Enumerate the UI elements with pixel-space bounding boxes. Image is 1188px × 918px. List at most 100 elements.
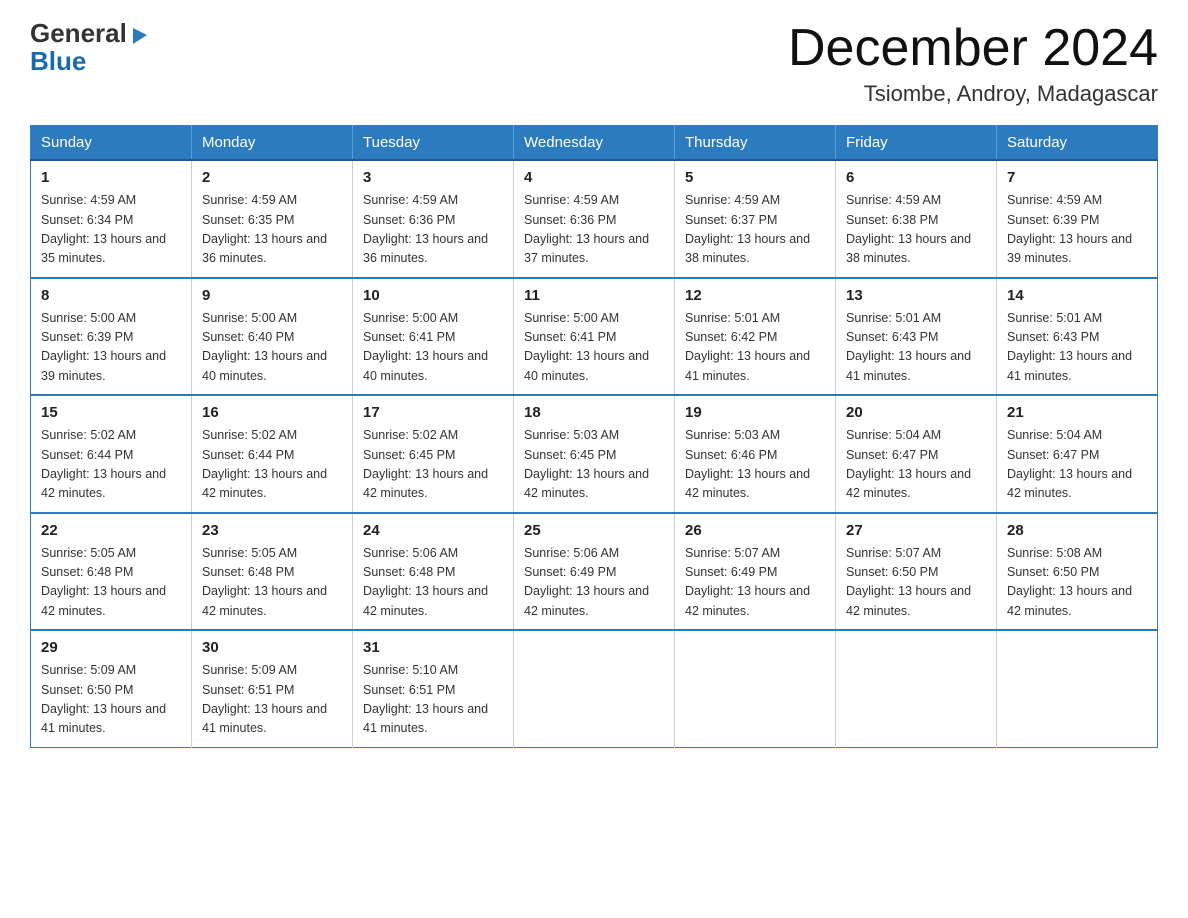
day-info-28: Sunrise: 5:08 AMSunset: 6:50 PMDaylight:… — [1007, 544, 1147, 622]
header-monday: Monday — [192, 126, 353, 161]
empty-cell — [675, 630, 836, 747]
header-tuesday: Tuesday — [353, 126, 514, 161]
day-cell-1: 1 Sunrise: 4:59 AMSunset: 6:34 PMDaylight… — [31, 160, 192, 278]
day-number-11: 11 — [524, 287, 664, 304]
header-saturday: Saturday — [997, 126, 1158, 161]
header-friday: Friday — [836, 126, 997, 161]
weekday-header-row: Sunday Monday Tuesday Wednesday Thursday… — [31, 126, 1158, 161]
day-cell-30: 30Sunrise: 5:09 AMSunset: 6:51 PMDayligh… — [192, 630, 353, 747]
day-cell-10: 10 Sunrise: 5:00 AMSunset: 6:41 PMDayligh… — [353, 278, 514, 396]
day-cell-5: 5Sunrise: 4:59 AMSunset: 6:37 PMDaylight… — [675, 160, 836, 278]
day-cell-25: 25 Sunrise: 5:06 AMSunset: 6:49 PMDayligh… — [514, 513, 675, 631]
day-number-16: 16 — [202, 404, 342, 421]
week-row-5: 29Sunrise: 5:09 AMSunset: 6:50 PMDayligh… — [31, 630, 1158, 747]
day-info-19: Sunrise: 5:03 AMSunset: 6:46 PMDaylight:… — [685, 426, 825, 504]
day-number-7: 7 — [1007, 169, 1147, 186]
day-cell-27: 27 Sunrise: 5:07 AMSunset: 6:50 PMDayligh… — [836, 513, 997, 631]
day-info-8: Sunrise: 5:00 AMSunset: 6:39 PMDaylight:… — [41, 309, 181, 387]
day-number-27: 27 — [846, 522, 986, 539]
day-info-24: Sunrise: 5:06 AMSunset: 6:48 PMDaylight:… — [363, 544, 503, 622]
day-number-9: 9 — [202, 287, 342, 304]
day-number-22: 22 — [41, 522, 181, 539]
day-info-26: Sunrise: 5:07 AMSunset: 6:49 PMDaylight:… — [685, 544, 825, 622]
day-info-20: Sunrise: 5:04 AMSunset: 6:47 PMDaylight:… — [846, 426, 986, 504]
day-number-15: 15 — [41, 404, 181, 421]
header-wednesday: Wednesday — [514, 126, 675, 161]
day-info-12: Sunrise: 5:01 AMSunset: 6:42 PMDaylight:… — [685, 309, 825, 387]
day-cell-3: 3Sunrise: 4:59 AMSunset: 6:36 PMDaylight… — [353, 160, 514, 278]
day-cell-9: 9 Sunrise: 5:00 AMSunset: 6:40 PMDaylight… — [192, 278, 353, 396]
day-info-30: Sunrise: 5:09 AMSunset: 6:51 PMDaylight:… — [202, 661, 342, 739]
day-number-24: 24 — [363, 522, 503, 539]
logo: General Blue — [30, 20, 151, 77]
day-info-11: Sunrise: 5:00 AMSunset: 6:41 PMDaylight:… — [524, 309, 664, 387]
day-number-13: 13 — [846, 287, 986, 304]
calendar-table: Sunday Monday Tuesday Wednesday Thursday… — [30, 125, 1158, 748]
day-number-3: 3 — [363, 169, 503, 186]
day-number-25: 25 — [524, 522, 664, 539]
title-area: December 2024 Tsiombe, Androy, Madagasca… — [788, 20, 1158, 107]
day-info-2: Sunrise: 4:59 AMSunset: 6:35 PMDaylight:… — [202, 191, 342, 269]
day-info-6: Sunrise: 4:59 AMSunset: 6:38 PMDaylight:… — [846, 191, 986, 269]
logo-general-text: General — [30, 20, 127, 46]
day-cell-11: 11 Sunrise: 5:00 AMSunset: 6:41 PMDayligh… — [514, 278, 675, 396]
day-info-17: Sunrise: 5:02 AMSunset: 6:45 PMDaylight:… — [363, 426, 503, 504]
day-cell-19: 19 Sunrise: 5:03 AMSunset: 6:46 PMDayligh… — [675, 395, 836, 513]
day-number-31: 31 — [363, 639, 503, 656]
day-info-27: Sunrise: 5:07 AMSunset: 6:50 PMDaylight:… — [846, 544, 986, 622]
empty-cell — [997, 630, 1158, 747]
day-number-28: 28 — [1007, 522, 1147, 539]
day-info-31: Sunrise: 5:10 AMSunset: 6:51 PMDaylight:… — [363, 661, 503, 739]
day-cell-21: 21 Sunrise: 5:04 AMSunset: 6:47 PMDayligh… — [997, 395, 1158, 513]
day-cell-12: 12 Sunrise: 5:01 AMSunset: 6:42 PMDayligh… — [675, 278, 836, 396]
empty-cell — [514, 630, 675, 747]
day-number-6: 6 — [846, 169, 986, 186]
day-cell-28: 28 Sunrise: 5:08 AMSunset: 6:50 PMDayligh… — [997, 513, 1158, 631]
day-number-2: 2 — [202, 169, 342, 186]
day-cell-23: 23 Sunrise: 5:05 AMSunset: 6:48 PMDayligh… — [192, 513, 353, 631]
day-number-12: 12 — [685, 287, 825, 304]
week-row-4: 22 Sunrise: 5:05 AMSunset: 6:48 PMDayligh… — [31, 513, 1158, 631]
day-number-21: 21 — [1007, 404, 1147, 421]
logo-blue-text: Blue — [30, 46, 86, 76]
day-number-29: 29 — [41, 639, 181, 656]
day-number-8: 8 — [41, 287, 181, 304]
day-cell-4: 4 Sunrise: 4:59 AMSunset: 6:36 PMDaylight… — [514, 160, 675, 278]
day-cell-26: 26Sunrise: 5:07 AMSunset: 6:49 PMDayligh… — [675, 513, 836, 631]
day-info-25: Sunrise: 5:06 AMSunset: 6:49 PMDaylight:… — [524, 544, 664, 622]
day-info-23: Sunrise: 5:05 AMSunset: 6:48 PMDaylight:… — [202, 544, 342, 622]
day-number-14: 14 — [1007, 287, 1147, 304]
day-number-4: 4 — [524, 169, 664, 186]
day-number-23: 23 — [202, 522, 342, 539]
day-cell-29: 29Sunrise: 5:09 AMSunset: 6:50 PMDayligh… — [31, 630, 192, 747]
day-cell-6: 6 Sunrise: 4:59 AMSunset: 6:38 PMDaylight… — [836, 160, 997, 278]
location-title: Tsiombe, Androy, Madagascar — [788, 81, 1158, 107]
day-cell-20: 20 Sunrise: 5:04 AMSunset: 6:47 PMDayligh… — [836, 395, 997, 513]
day-info-9: Sunrise: 5:00 AMSunset: 6:40 PMDaylight:… — [202, 309, 342, 387]
day-cell-17: 17 Sunrise: 5:02 AMSunset: 6:45 PMDayligh… — [353, 395, 514, 513]
day-cell-15: 15 Sunrise: 5:02 AMSunset: 6:44 PMDayligh… — [31, 395, 192, 513]
day-number-19: 19 — [685, 404, 825, 421]
day-number-1: 1 — [41, 169, 181, 186]
day-number-10: 10 — [363, 287, 503, 304]
day-info-10: Sunrise: 5:00 AMSunset: 6:41 PMDaylight:… — [363, 309, 503, 387]
day-info-13: Sunrise: 5:01 AMSunset: 6:43 PMDaylight:… — [846, 309, 986, 387]
day-cell-2: 2 Sunrise: 4:59 AMSunset: 6:35 PMDaylight… — [192, 160, 353, 278]
day-info-21: Sunrise: 5:04 AMSunset: 6:47 PMDaylight:… — [1007, 426, 1147, 504]
day-cell-16: 16Sunrise: 5:02 AMSunset: 6:44 PMDayligh… — [192, 395, 353, 513]
day-cell-18: 18Sunrise: 5:03 AMSunset: 6:45 PMDayligh… — [514, 395, 675, 513]
month-title: December 2024 — [788, 20, 1158, 77]
day-cell-24: 24 Sunrise: 5:06 AMSunset: 6:48 PMDayligh… — [353, 513, 514, 631]
header-thursday: Thursday — [675, 126, 836, 161]
day-info-15: Sunrise: 5:02 AMSunset: 6:44 PMDaylight:… — [41, 426, 181, 504]
day-number-20: 20 — [846, 404, 986, 421]
day-info-4: Sunrise: 4:59 AMSunset: 6:36 PMDaylight:… — [524, 191, 664, 269]
day-number-5: 5 — [685, 169, 825, 186]
week-row-2: 8 Sunrise: 5:00 AMSunset: 6:39 PMDaylight… — [31, 278, 1158, 396]
day-number-17: 17 — [363, 404, 503, 421]
day-cell-31: 31 Sunrise: 5:10 AMSunset: 6:51 PMDayligh… — [353, 630, 514, 747]
week-row-3: 15 Sunrise: 5:02 AMSunset: 6:44 PMDayligh… — [31, 395, 1158, 513]
day-info-1: Sunrise: 4:59 AMSunset: 6:34 PMDaylight:… — [41, 191, 181, 269]
empty-cell — [836, 630, 997, 747]
day-cell-7: 7Sunrise: 4:59 AMSunset: 6:39 PMDaylight… — [997, 160, 1158, 278]
